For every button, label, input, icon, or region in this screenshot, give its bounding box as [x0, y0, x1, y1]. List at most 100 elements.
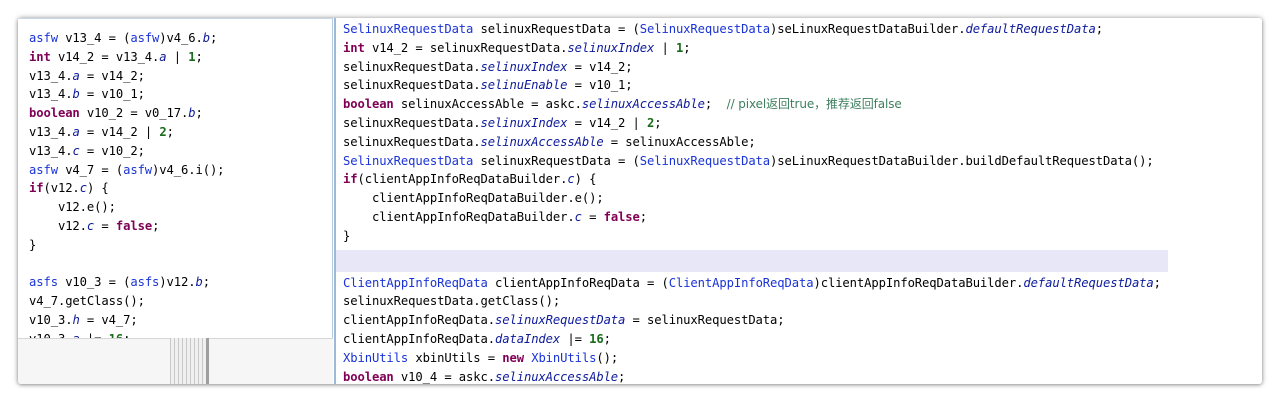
code-token: selinuxRequestData. [343, 134, 481, 149]
code-line: asfw v13_4 = (asfw)v4_6.b; [29, 29, 224, 48]
splitter-edge [206, 338, 209, 384]
code-line: asfw v4_7 = (asfw)v4_6.i(); [29, 161, 225, 180]
code-token: )clientAppInfoReqDataBuilder. [813, 275, 1024, 290]
code-line: asfs v10_3 = (asfs)v12.b; [29, 273, 224, 292]
code-token: = v10_2; [79, 143, 145, 158]
code-token: (); [596, 350, 619, 365]
code-token: v13_4. [29, 124, 73, 139]
code-line: ClientAppInfoReqData clientAppInfoReqDat… [343, 274, 1161, 293]
code-token: v14_2 = v13_4. [50, 49, 160, 64]
code-token: v12. [29, 218, 87, 233]
type-token: SelinuxRequestData [639, 22, 771, 36]
deobfuscated-code-pane[interactable]: SelinuxRequestData selinuxRequestData = … [334, 18, 1262, 384]
code-token: ; [639, 209, 648, 224]
code-token: selinuxAccessAble = askc. [393, 97, 582, 112]
code-token: clientAppInfoReqData. [343, 331, 495, 346]
code-token: |= [560, 331, 590, 346]
code-token: (clientAppInfoReqDataBuilder. [357, 172, 568, 187]
code-line: selinuxRequestData.getClass(); [343, 292, 1161, 311]
code-token: )seLinuxRequestDataBuilder. [770, 22, 966, 36]
code-token: = v10_1; [79, 87, 145, 102]
code-line: v13_4.a = v14_2 | 2; [29, 123, 224, 142]
code-line: clientAppInfoReqDataBuilder.e(); [343, 189, 1161, 208]
code-line: v13_4.c = v10_2; [29, 142, 224, 161]
code-token: = v14_2; [79, 68, 145, 83]
code-line: boolean v10_2 = v0_17.b; [29, 104, 224, 123]
splitter-grip[interactable] [170, 338, 206, 384]
code-token: v10_3. [29, 312, 73, 327]
code-token: )seLinuxRequestDataBuilder.buildDefaultR… [770, 153, 1154, 168]
code-line: selinuxRequestData.selinuxIndex = v14_2; [343, 58, 1161, 77]
decompiled-code-block: asfw v13_4 = (asfw)v4_6.b; int v14_2 = v1… [29, 29, 225, 339]
field-token: a [72, 68, 80, 83]
field-token: h [72, 312, 80, 327]
type-token: asfs [29, 275, 58, 290]
number-token: 16 [589, 331, 604, 346]
code-line: selinuxRequestData.selinuxAccessAble = s… [343, 133, 1161, 152]
comment-token: // pixel返回true，推荐返回false [726, 97, 902, 112]
code-token: v14_2 = selinuxRequestData. [364, 40, 568, 55]
code-line: XbinUtils xbinUtils = new XbinUtils(); [343, 349, 1161, 368]
keyword-token: int [343, 40, 365, 55]
code-token: v13_4 = ( [57, 31, 131, 45]
code-token: ; [209, 31, 218, 45]
code-token: = [581, 209, 604, 224]
type-token: ClientAppInfoReqData [343, 275, 488, 290]
code-token: = selinuxAccessAble; [603, 134, 756, 149]
type-token: asfw [130, 31, 160, 45]
code-line: boolean v10_4 = askc.selinuxAccessAble; [343, 368, 1161, 384]
type-token: XbinUtils [343, 350, 409, 365]
type-token: XbinUtils [531, 350, 597, 365]
field-token: selinuxIndex [480, 59, 568, 74]
field-token: c [79, 181, 87, 196]
field-token: defaultRequestData [965, 22, 1096, 36]
code-token: )v4_6.i(); [152, 162, 225, 177]
code-token: ) { [574, 172, 597, 187]
code-token: | [654, 40, 676, 55]
field-token: c [574, 209, 582, 224]
field-token: selinuxAccessAble [581, 97, 705, 112]
field-token: a [159, 49, 167, 64]
code-line: clientAppInfoReqData.dataIndex |= 16; [343, 330, 1161, 349]
type-token: asfs [130, 275, 160, 290]
code-line: } [343, 227, 1161, 246]
code-token: = v4_7; [79, 312, 138, 327]
code-token: ; [152, 218, 160, 233]
code-token: v13_4. [29, 68, 73, 83]
code-token: ; [195, 106, 203, 121]
code-token: xbinUtils = [408, 350, 503, 365]
code-token: (v12. [43, 181, 80, 196]
deobfuscated-code-top: SelinuxRequestData selinuxRequestData = … [343, 20, 1161, 246]
code-token: clientAppInfoReqData = ( [487, 275, 669, 290]
field-token: selinuxAccessAble [495, 369, 619, 384]
code-token: = [94, 218, 116, 233]
field-token: selinuxAccessAble [480, 134, 604, 149]
code-token: ; [704, 97, 727, 112]
code-line: v12.c = false; [29, 217, 224, 236]
deobfuscated-code-bottom: ClientAppInfoReqData clientAppInfoReqDat… [343, 274, 1161, 384]
keyword-token: boolean [29, 106, 80, 121]
code-token: selinuxRequestData.getClass(); [343, 294, 561, 309]
code-token: ; [202, 275, 210, 290]
code-line: v12.e(); [29, 198, 224, 217]
code-token: )v4_6. [159, 31, 203, 45]
type-token: ClientAppInfoReqData [668, 275, 814, 290]
keyword-token: false [115, 218, 153, 233]
keyword-token: boolean [343, 97, 394, 112]
code-line: clientAppInfoReqDataBuilder.c = false; [343, 208, 1161, 227]
keyword-token: false [603, 209, 640, 224]
code-token: v10_4 = askc. [393, 369, 495, 384]
diff-separator-band [336, 249, 1168, 272]
field-token: defaultRequestData [1023, 275, 1154, 290]
decompiled-code-pane[interactable]: asfw v13_4 = (asfw)v4_6.b; int v14_2 = v1… [18, 18, 333, 339]
code-line: clientAppInfoReqData.selinuxRequestData … [343, 311, 1161, 330]
code-line: selinuxRequestData.selinuEnable = v10_1; [343, 76, 1161, 95]
code-token: ) { [86, 181, 109, 196]
type-token: SelinuxRequestData [343, 153, 474, 168]
field-token: c [72, 143, 80, 158]
code-line: int v14_2 = selinuxRequestData.selinuxIn… [343, 39, 1161, 58]
code-token: = v14_2 | [567, 115, 647, 130]
code-token: | [166, 49, 189, 64]
code-token: ; [654, 115, 662, 130]
